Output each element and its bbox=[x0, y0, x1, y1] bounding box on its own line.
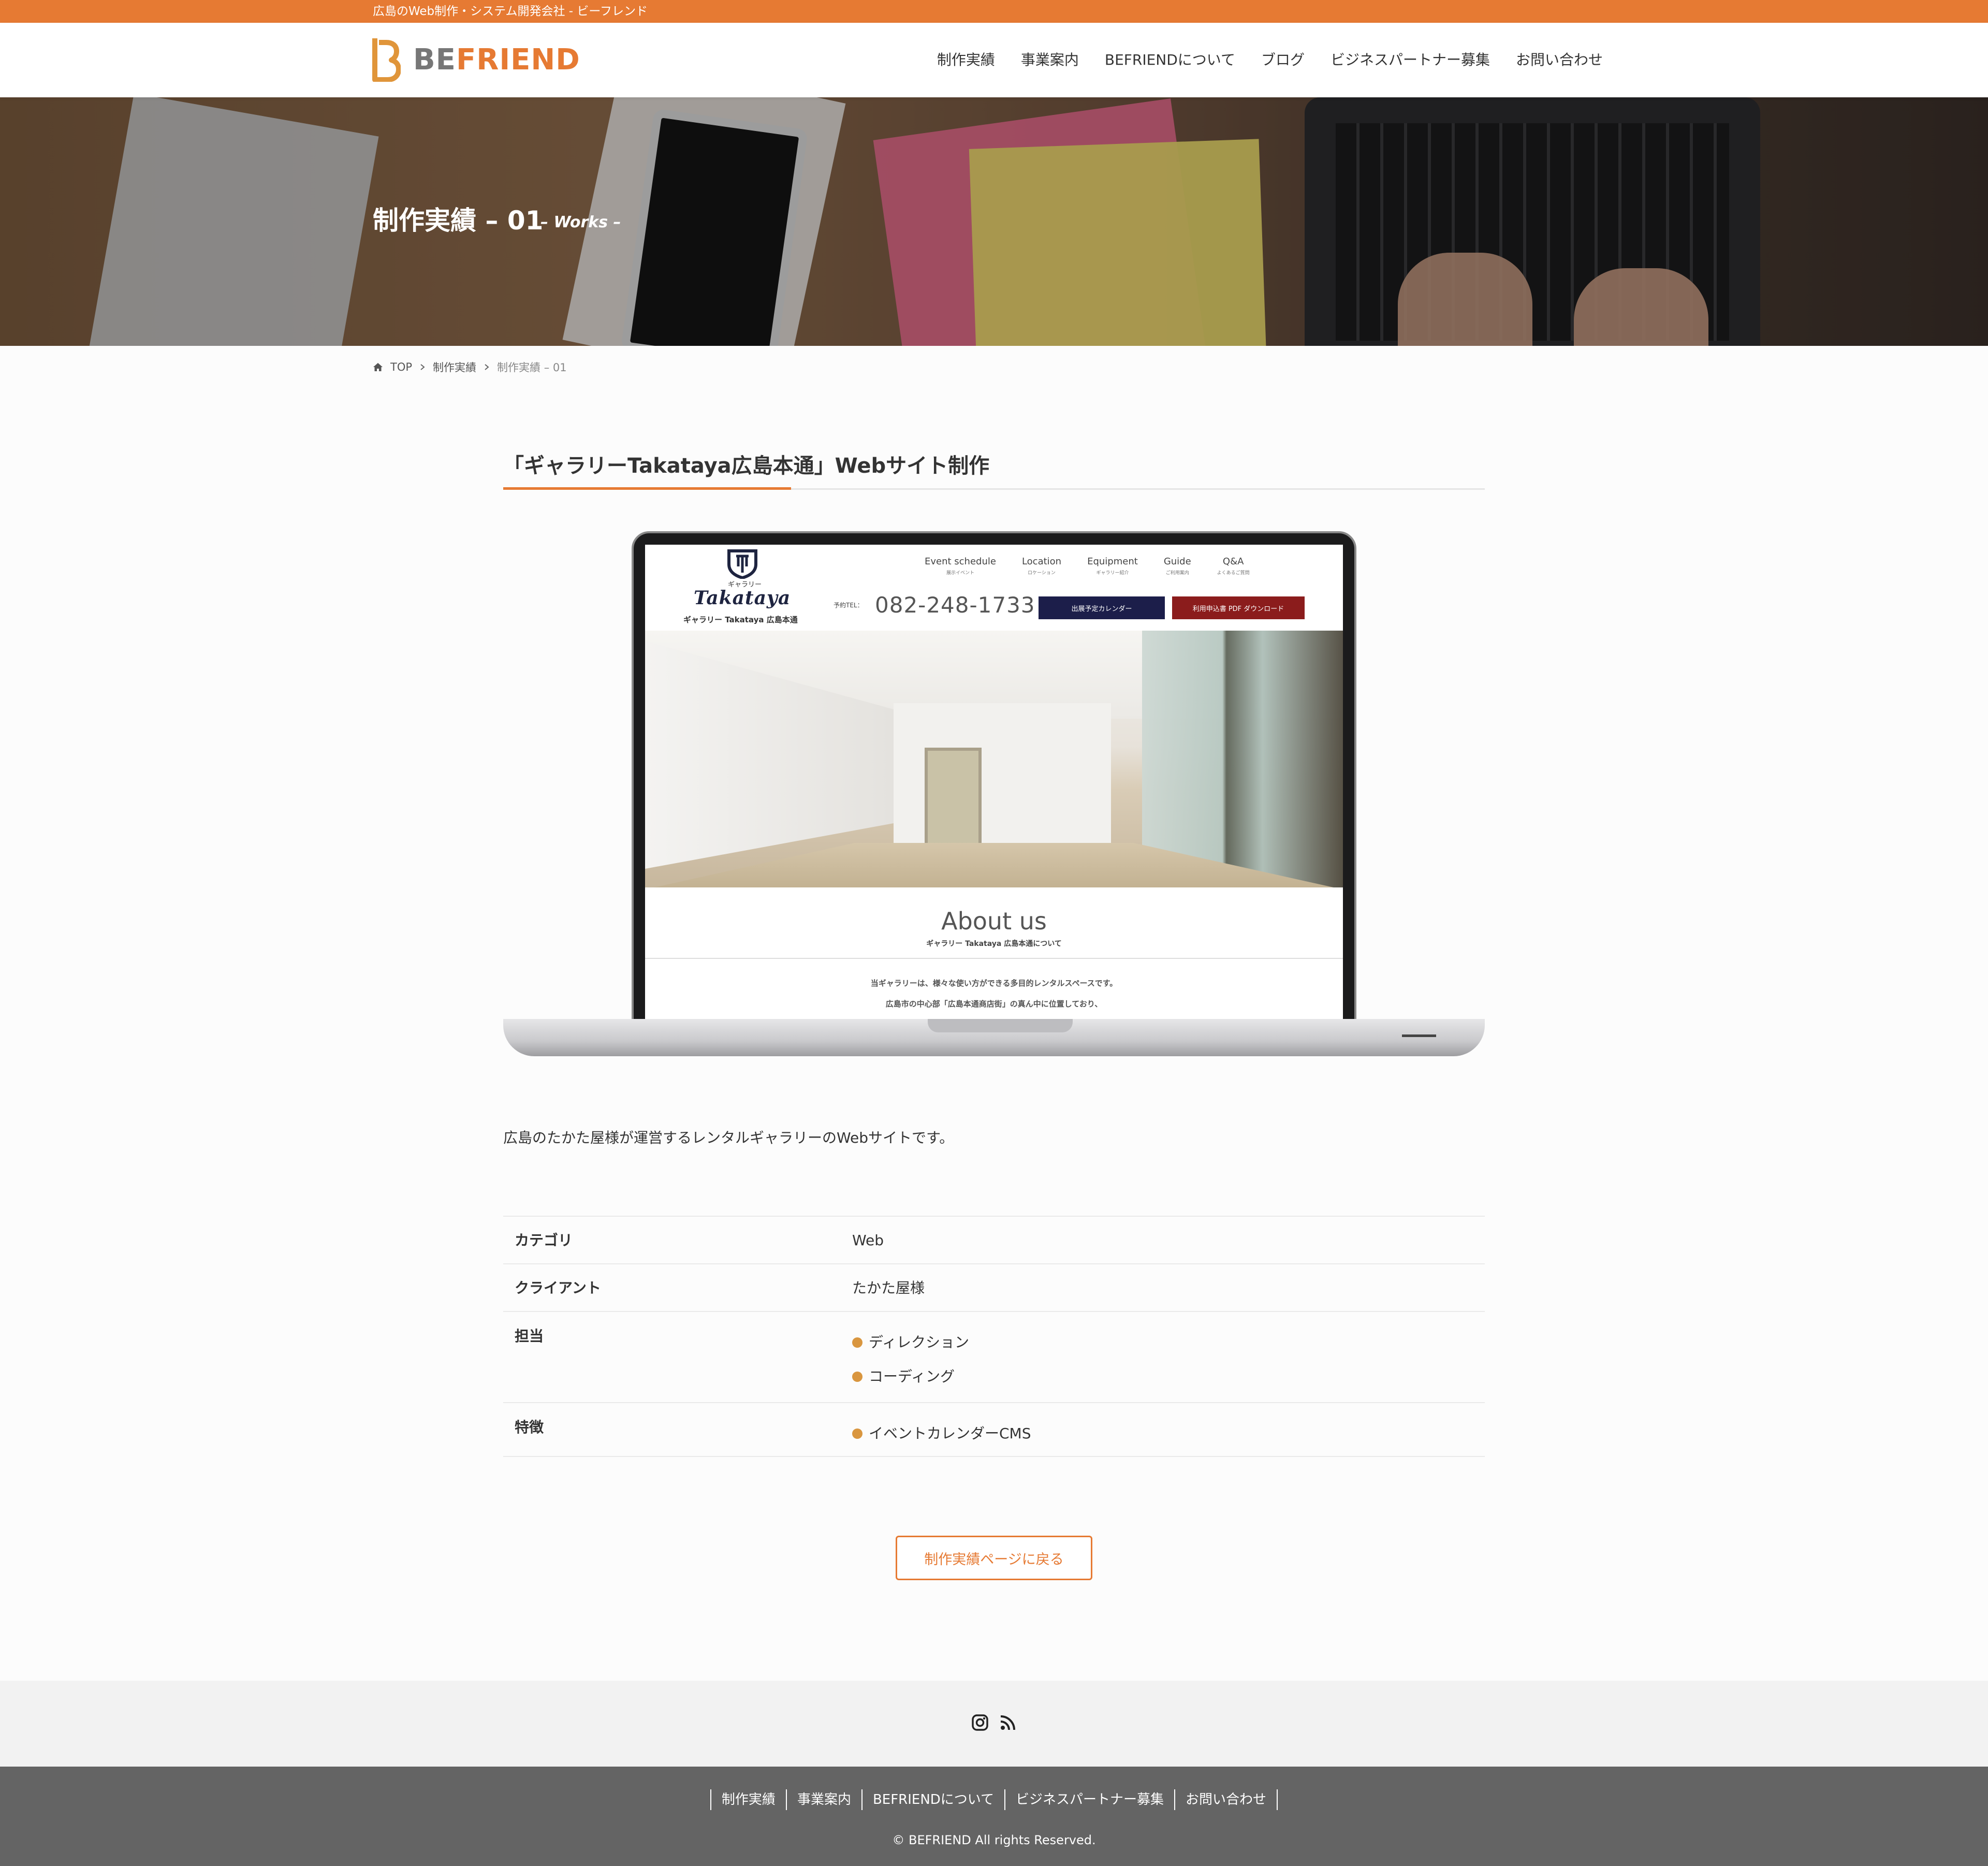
spec-label: 担当 bbox=[515, 1328, 544, 1345]
breadcrumb-home[interactable]: TOP bbox=[390, 361, 412, 373]
top-bar: 広島のWeb制作・システム開発会社 - ビーフレンド bbox=[0, 0, 1988, 23]
spec-label: クライアント bbox=[515, 1279, 601, 1296]
mock-about-subheading: ギャラリー Takataya 広島本通について bbox=[926, 940, 1062, 948]
chevron-right-icon bbox=[485, 364, 489, 370]
mock-nav-item: Equipment ギャラリー紹介 bbox=[1087, 556, 1138, 576]
nav-works[interactable]: 制作実績 bbox=[937, 49, 995, 71]
entry-description: 広島のたかた屋様が運営するレンタルギャラリーのWebサイトです。 bbox=[503, 1129, 954, 1146]
footer-nav: 制作実績 事業案内 BEFRIENDについて ビジネスパートナー募集 お問い合わ… bbox=[0, 1789, 1988, 1810]
mock-nav-item: Q&A よくあるご質問 bbox=[1217, 556, 1250, 576]
site-header: BEFRIEND 制作実績 事業案内 BEFRIENDについて ブログ ビジネス… bbox=[0, 23, 1988, 97]
mock-paragraph: 当ギャラリーは、様々な使い方ができる多目的レンタルスペースです。 bbox=[870, 979, 1118, 988]
logo-b-icon bbox=[372, 38, 401, 82]
mock-site-header: ギャラリー Takataya ギャラリー Takataya 広島本通 Event… bbox=[645, 545, 1343, 631]
spec-value: Web bbox=[852, 1232, 884, 1249]
title-accent-bar bbox=[503, 487, 791, 490]
bullet-dot-icon bbox=[852, 1428, 863, 1439]
home-icon bbox=[373, 363, 383, 371]
shield-emblem-icon bbox=[727, 549, 757, 579]
spec-table: カテゴリ Web クライアント たかた屋様 担当 ディレクション コーディング … bbox=[503, 1216, 1485, 1457]
instagram-icon[interactable] bbox=[971, 1714, 989, 1733]
table-row: 担当 ディレクション コーディング bbox=[503, 1311, 1485, 1402]
laptop-notch bbox=[928, 1019, 1073, 1032]
nav-blog[interactable]: ブログ bbox=[1261, 49, 1305, 71]
breadcrumb-current: 制作実績 – 01 bbox=[497, 361, 567, 374]
laptop-slot bbox=[1402, 1034, 1436, 1037]
table-row: カテゴリ Web bbox=[503, 1216, 1485, 1263]
page-hero: 制作実績 – 01 – Works – bbox=[0, 97, 1988, 346]
rss-icon[interactable] bbox=[999, 1714, 1017, 1733]
tagline: 広島のWeb制作・システム開発会社 - ビーフレンド bbox=[373, 5, 648, 18]
hero-overlay bbox=[0, 97, 1988, 346]
laptop-screen: ギャラリー Takataya ギャラリー Takataya 広島本通 Event… bbox=[645, 545, 1343, 1019]
mock-nav-item: Location ロケーション bbox=[1021, 556, 1062, 576]
mock-gallery-photo bbox=[645, 631, 1343, 887]
nav-contact[interactable]: お問い合わせ bbox=[1516, 49, 1603, 71]
breadcrumb: TOP 制作実績 制作実績 – 01 bbox=[373, 359, 567, 375]
bullet-dot-icon bbox=[852, 1337, 863, 1348]
logo-wordmark: BEFRIEND bbox=[413, 43, 580, 77]
social-icons bbox=[971, 1714, 1017, 1733]
nav-about[interactable]: BEFRIENDについて bbox=[1105, 49, 1235, 71]
mock-site-name: ギャラリー Takataya 広島本通 bbox=[683, 615, 798, 624]
entry-heading: 「ギャラリーTakataya広島本通」Webサイト制作 bbox=[503, 450, 1485, 490]
list-item: イベントカレンダーCMS bbox=[852, 1417, 1485, 1451]
nav-partner[interactable]: ビジネスパートナー募集 bbox=[1331, 49, 1490, 71]
back-to-works-button[interactable]: 制作実績ページに戻る bbox=[896, 1536, 1092, 1580]
breadcrumb-works[interactable]: 制作実績 bbox=[433, 359, 476, 375]
mock-paragraph: 広島市の中心部「広島本通商店街」の真ん中に位置しており、 bbox=[885, 999, 1103, 1009]
mock-nav-item: Event schedule 展示イベント bbox=[925, 556, 996, 576]
entry-title: 「ギャラリーTakataya広島本通」Webサイト制作 bbox=[503, 454, 990, 478]
spec-label: カテゴリ bbox=[515, 1232, 573, 1249]
mock-tel-label: 予約TEL： bbox=[834, 602, 864, 609]
footer-nav-partner[interactable]: ビジネスパートナー募集 bbox=[1004, 1789, 1174, 1810]
page-title: 制作実績 – 01 bbox=[373, 206, 544, 236]
list-item: コーディング bbox=[852, 1360, 1485, 1394]
spec-label: 特徴 bbox=[515, 1419, 544, 1436]
mock-calendar-button: 出展予定カレンダー bbox=[1039, 596, 1165, 619]
spec-value: イベントカレンダーCMS bbox=[852, 1403, 1485, 1456]
copyright: © BEFRIEND All rights Reserved. bbox=[892, 1833, 1096, 1847]
spec-value: ディレクション コーディング bbox=[852, 1312, 1485, 1402]
footer-nav-services[interactable]: 事業案内 bbox=[785, 1789, 861, 1810]
spec-value: たかた屋様 bbox=[852, 1279, 925, 1296]
footer-nav-works[interactable]: 制作実績 bbox=[710, 1789, 786, 1810]
mock-pdf-button: 利用申込書 PDF ダウンロード bbox=[1172, 596, 1305, 619]
site-logo[interactable]: BEFRIEND bbox=[372, 38, 580, 82]
main-nav: 制作実績 事業案内 BEFRIENDについて ブログ ビジネスパートナー募集 お… bbox=[937, 49, 1603, 71]
footer-nav-contact[interactable]: お問い合わせ bbox=[1174, 1789, 1278, 1810]
mock-about-heading: About us bbox=[941, 907, 1047, 935]
table-row: 特徴 イベントカレンダーCMS bbox=[503, 1402, 1485, 1457]
social-bar bbox=[0, 1681, 1988, 1767]
mock-tel-number: 082-248-1733 bbox=[875, 592, 1035, 618]
mock-nav: Event schedule 展示イベント Location ロケーション Equi… bbox=[925, 556, 1250, 576]
table-row: クライアント たかた屋様 bbox=[503, 1263, 1485, 1311]
list-item: ディレクション bbox=[852, 1325, 1485, 1360]
mock-nav-item: Guide ご利用案内 bbox=[1163, 556, 1191, 576]
nav-services[interactable]: 事業案内 bbox=[1021, 49, 1079, 71]
chevron-right-icon bbox=[420, 364, 425, 370]
site-footer: 制作実績 事業案内 BEFRIENDについて ビジネスパートナー募集 お問い合わ… bbox=[0, 1767, 1988, 1866]
laptop-mockup-image: ギャラリー Takataya ギャラリー Takataya 広島本通 Event… bbox=[503, 531, 1485, 1061]
mock-logo-script: Takataya bbox=[694, 587, 791, 609]
mock-divider bbox=[645, 958, 1343, 959]
bullet-dot-icon bbox=[852, 1372, 863, 1382]
footer-nav-about[interactable]: BEFRIENDについて bbox=[861, 1789, 1004, 1810]
page-subtitle: – Works – bbox=[540, 213, 621, 231]
